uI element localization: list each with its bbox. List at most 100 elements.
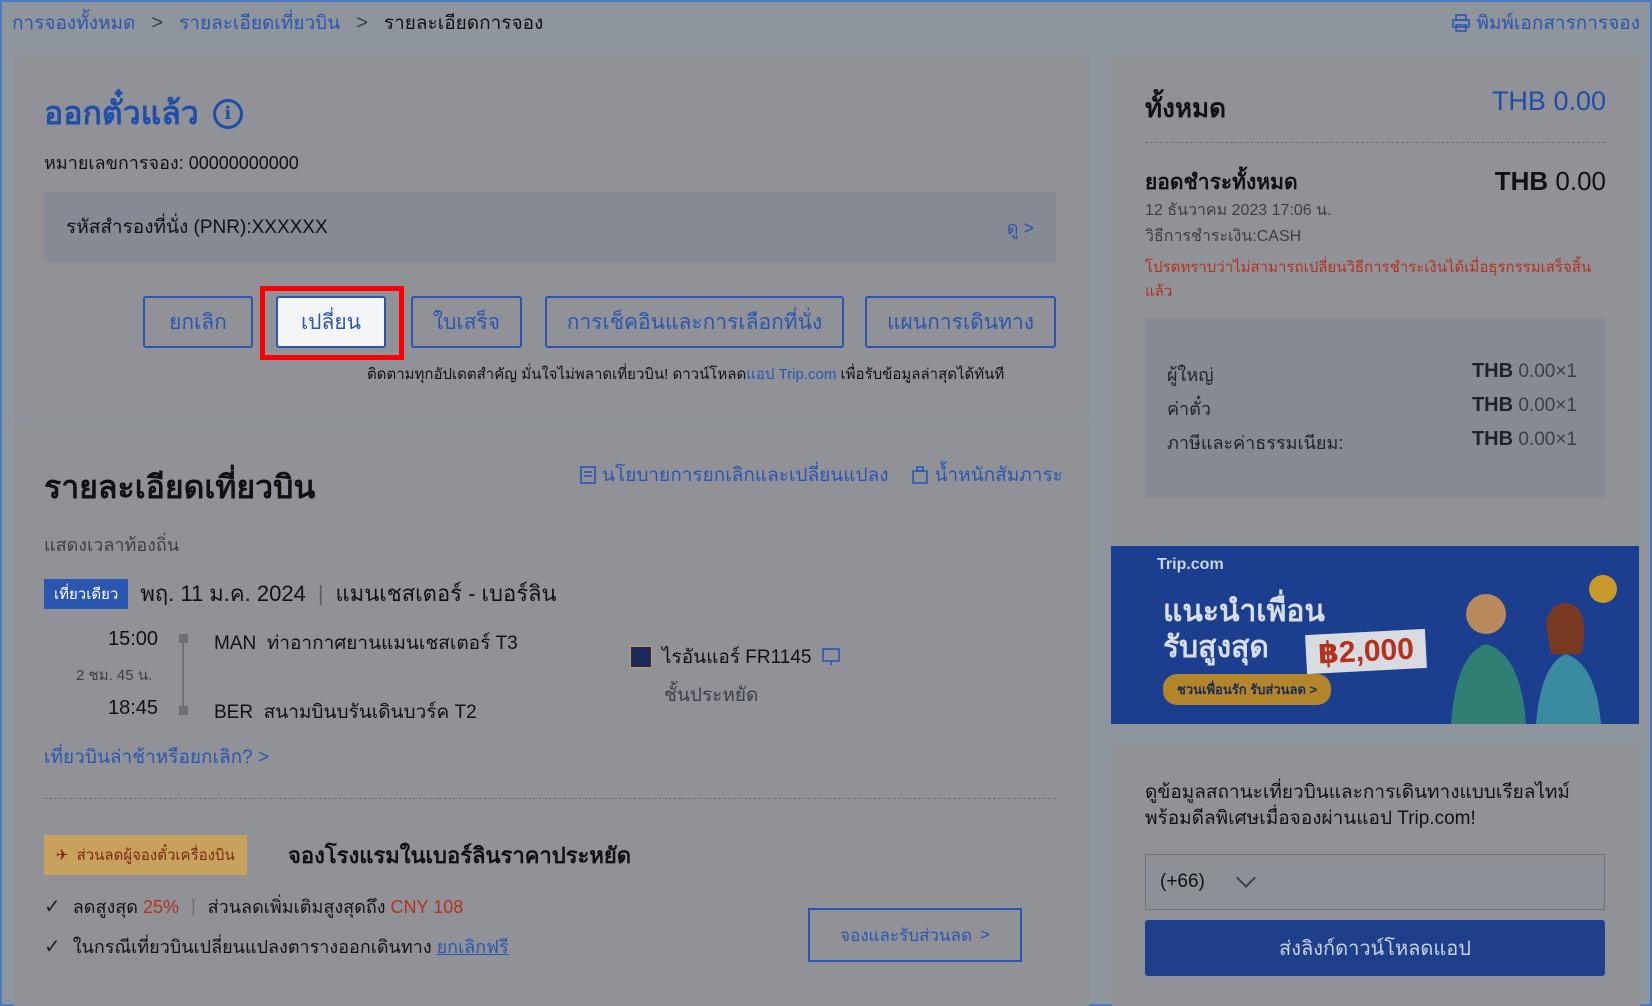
- booking-status-title: ออกตั๋วแล้ว i: [44, 88, 243, 139]
- paid-total-value: THB 0.00: [1495, 166, 1606, 197]
- download-note-prefix: ติดตามทุกอัปเดตสำคัญ มั่นใจไม่พลาดเที่ยว…: [367, 366, 747, 383]
- departure-dot: [179, 634, 188, 643]
- luggage-icon: [912, 466, 929, 484]
- change-button-highlight: [260, 286, 404, 360]
- promo-badge-label: ส่วนลดผู้จองตั๋วเครื่องบิน: [76, 847, 235, 864]
- aircraft-info-icon[interactable]: [821, 648, 840, 666]
- banner-amount: ฿2,000: [1305, 628, 1427, 675]
- app-promo-text: ดูข้อมูลสถานะเที่ยวบินและการเดินทางแบบเร…: [1145, 782, 1570, 829]
- breadcrumb-flight-details[interactable]: รายละเอียดเที่ยวบิน: [179, 8, 340, 38]
- breadcrumb-booking-details: รายละเอียดการจอง: [383, 13, 544, 34]
- cancellation-policy-label: นโยบายการยกเลิกและเปลี่ยนแปลง: [602, 465, 889, 486]
- download-note-suffix: เพื่อรับข้อมูลล่าสุดได้ทันที: [836, 366, 1005, 383]
- document-icon: [580, 466, 596, 484]
- airline-logo: [630, 646, 652, 668]
- chevron-right-icon: >: [979, 925, 990, 944]
- cancellation-policy-link[interactable]: นโยบายการยกเลิกและเปลี่ยนแปลง: [580, 460, 888, 490]
- printer-icon: [1452, 14, 1471, 32]
- download-app-note: ติดตามทุกอัปเดตสำคัญ มั่นใจไม่พลาดเที่ยว…: [367, 362, 1004, 386]
- airline-info: ไรอันแอร์ FR1145: [630, 642, 840, 672]
- print-label: พิมพ์เอกสารการจอง: [1476, 13, 1640, 34]
- promo-extra-amount: CNY 108: [390, 897, 464, 917]
- status-text: ออกตั๋วแล้ว: [44, 95, 199, 131]
- flight-route: แมนเชสเตอร์ - เบอร์ลิน: [335, 581, 557, 606]
- arrival-airport-name: สนามบินบรันเดินบวร์ค T2: [263, 702, 477, 723]
- print-documents-link[interactable]: พิมพ์เอกสารการจอง: [1452, 8, 1640, 38]
- airplane-icon: ✈: [56, 847, 69, 864]
- cabin-class: ชั้นประหยัด: [664, 685, 759, 706]
- trip-app-link[interactable]: แอป Trip.com: [746, 366, 836, 383]
- price-row-label: ผู้ใหญ่: [1167, 365, 1214, 385]
- info-icon[interactable]: i: [212, 98, 243, 129]
- arrival-airport: BER สนามบินบรันเดินบวร์ค T2: [214, 697, 477, 727]
- local-time-note: แสดงเวลาท้องถิ่น: [44, 535, 180, 555]
- banner-headline-2: รับสูงสุด: [1163, 631, 1269, 664]
- price-row-adult: ผู้ใหญ่ THB 0.00×1: [1167, 360, 1577, 389]
- banner-brand: Trip.com: [1157, 556, 1224, 573]
- book-hotel-label: จองและรับส่วนลด: [840, 925, 972, 945]
- breadcrumb-separator: >: [151, 11, 164, 34]
- hotel-promo-title: จองโรงแรมในเบอร์ลินราคาประหยัด: [288, 843, 632, 868]
- payment-warning: โปรดทราบว่าไม่สามารถเปลี่ยนวิธีการชำระเง…: [1145, 259, 1592, 300]
- promo-badge: ✈ ส่วนลดผู้จองตั๋วเครื่องบิน: [44, 835, 247, 875]
- price-row-currency: THB: [1471, 360, 1514, 382]
- paid-amount: 0.00: [1555, 166, 1606, 196]
- price-row-tax: ภาษีและค่าธรรมเนียม: THB 0.00×1: [1167, 428, 1577, 457]
- promo-benefit-2: ✓ ในกรณีเที่ยวบินเปลี่ยนแปลงตารางออกเดิน…: [44, 932, 509, 961]
- flight-duration: 2 ชม. 45 น.: [76, 667, 153, 684]
- price-row-currency: THB: [1471, 428, 1514, 450]
- airline-flight: ไรอันแอร์ FR1145: [662, 647, 812, 668]
- receipt-button[interactable]: ใบเสร็จ: [411, 296, 522, 348]
- flight-section-title: รายละเอียดเที่ยวบิน: [44, 469, 316, 505]
- arrival-code: BER: [214, 702, 254, 723]
- departure-time: 15:00: [108, 628, 159, 650]
- section-divider: [44, 798, 1056, 799]
- price-row-currency: THB: [1471, 394, 1514, 416]
- baggage-link[interactable]: น้ำหนักสัมภาระ: [912, 460, 1063, 490]
- pnr-box[interactable]: รหัสสำรองที่นั่ง (PNR):XXXXXX ดู >: [44, 192, 1056, 262]
- book-hotel-button[interactable]: จองและรับส่วนลด >: [808, 908, 1022, 962]
- country-code-value: (+66): [1160, 871, 1205, 892]
- itinerary-button[interactable]: แผนการเดินทาง: [865, 296, 1056, 348]
- price-row-amount: 0.00×1: [1518, 395, 1577, 416]
- breadcrumb-all-bookings[interactable]: การจองทั้งหมด: [12, 8, 135, 38]
- promo-discount-text: ลดสูงสุด: [72, 897, 143, 917]
- flight-timeline: [182, 634, 184, 712]
- total-value: THB 0.00: [1491, 86, 1606, 116]
- checkin-seat-button[interactable]: การเช็คอินและการเลือกที่นั่ง: [545, 296, 844, 348]
- price-row-label: ภาษีและค่าธรรมเนียม:: [1167, 433, 1344, 453]
- price-row-amount: 0.00×1: [1518, 429, 1577, 450]
- price-row-fare: ค่าตั๋ว THB 0.00×1: [1167, 394, 1577, 423]
- promo-benefit-1: ✓ ลดสูงสุด 25% | ส่วนลดเพิ่มเติมสูงสุดถึ…: [44, 892, 463, 921]
- paid-currency: THB: [1494, 166, 1549, 196]
- pnr-view-link[interactable]: ดู >: [1007, 213, 1034, 242]
- departure-code: MAN: [214, 633, 257, 654]
- send-app-link-button[interactable]: ส่งลิงก์ดาวน์โหลดแอป: [1145, 920, 1605, 976]
- breadcrumb-separator: >: [356, 11, 368, 34]
- promo-extra-text: ส่วนลดเพิ่มเติมสูงสุดถึง: [207, 897, 391, 917]
- free-cancel-link[interactable]: ยกเลิกฟรี: [437, 937, 509, 957]
- chevron-down-icon: [1235, 868, 1256, 888]
- breadcrumb: การจองทั้งหมด > รายละเอียดเที่ยวบิน > รา…: [12, 8, 543, 38]
- flight-delay-link[interactable]: เที่ยวบินล่าช้าหรือยกเลิก? >: [44, 742, 269, 772]
- banner-illustration: [1451, 575, 1617, 724]
- baggage-label: น้ำหนักสัมภาระ: [934, 465, 1063, 486]
- flight-date: พฤ. 11 ม.ค. 2024: [140, 581, 306, 606]
- departure-airport-name: ท่าอากาศยานแมนเชสเตอร์ T3: [266, 633, 518, 654]
- payment-date: 12 ธันวาคม 2023 17:06 น.: [1145, 202, 1332, 219]
- cancel-button[interactable]: ยกเลิก: [143, 296, 253, 348]
- total-label: ทั้งหมด: [1145, 93, 1226, 123]
- arrival-time: 18:45: [108, 697, 159, 719]
- price-row-label: ค่าตั๋ว: [1167, 399, 1211, 419]
- departure-airport: MAN ท่าอากาศยานแมนเชสเตอร์ T3: [214, 628, 518, 658]
- booking-number: หมายเลขการจอง: 00000000000: [44, 153, 299, 173]
- trip-type-badge: เที่ยวเดียว: [44, 578, 129, 609]
- payment-method: วิธีการชำระเงิน:CASH: [1145, 228, 1302, 245]
- banner-cta[interactable]: ชวนเพื่อนรัก รับส่วนลด >: [1163, 674, 1332, 705]
- promo-discount-pct: 25%: [142, 897, 179, 917]
- arrival-dot: [179, 706, 188, 715]
- trip-summary-line: เที่ยวเดียว พฤ. 11 ม.ค. 2024 | แมนเชสเตอ…: [44, 576, 557, 611]
- referral-banner[interactable]: Trip.com แนะนำเพื่อน รับสูงสุด ฿2,000 ชว…: [1111, 546, 1639, 724]
- country-code-select[interactable]: (+66): [1145, 854, 1605, 910]
- divider: |: [317, 580, 324, 606]
